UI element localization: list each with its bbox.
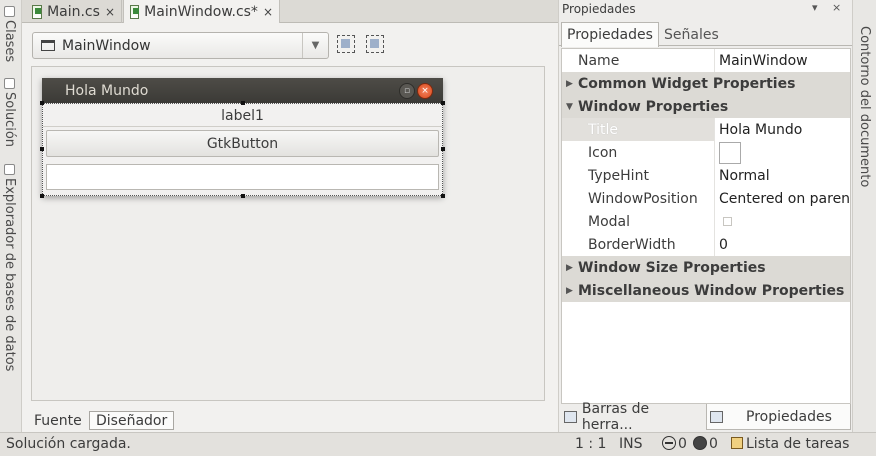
close-tab-icon[interactable]: × <box>263 5 273 19</box>
tab-main-cs[interactable]: Main.cs × <box>26 0 122 23</box>
category-label: Common Widget Properties <box>578 75 796 92</box>
window-preview[interactable]: Hola Mundo ▫ × label1 GtkButton <box>42 78 443 196</box>
database-icon <box>4 164 15 175</box>
classes-pad-tab[interactable]: Clases <box>2 6 17 62</box>
property-category[interactable]: ▶ Window Size Properties <box>562 256 850 279</box>
widget-selector-combo[interactable]: MainWindow ▼ <box>32 32 329 59</box>
property-name: Icon <box>588 144 618 161</box>
task-list-icon <box>731 437 743 449</box>
resize-handle[interactable] <box>241 194 245 198</box>
property-row[interactable]: Modal <box>562 210 850 233</box>
property-category[interactable]: ▶ Common Widget Properties <box>562 72 850 95</box>
left-dock: Clases Solución Explorador de bases de d… <box>0 0 22 432</box>
close-icon[interactable]: × <box>417 83 433 99</box>
expanded-caret-icon[interactable]: ▼ <box>566 102 573 112</box>
category-label: Miscellaneous Window Properties <box>578 282 845 299</box>
modal-checkbox[interactable] <box>723 217 732 226</box>
chevron-down-icon[interactable]: ▼ <box>302 33 328 58</box>
button-widget[interactable]: GtkButton <box>46 130 439 157</box>
property-value[interactable]: Centered on parent <box>714 187 850 210</box>
property-value[interactable]: 0 <box>714 233 850 256</box>
close-pane-icon[interactable]: × <box>832 1 841 14</box>
icon-picker[interactable] <box>714 141 850 164</box>
collapsed-caret-icon[interactable]: ▶ <box>566 79 573 89</box>
tab-properties-pad[interactable]: Propiedades <box>706 404 851 430</box>
property-value[interactable]: Hola Mundo <box>714 118 850 141</box>
property-value[interactable]: Normal <box>714 164 850 187</box>
collapsed-caret-icon[interactable]: ▶ <box>566 286 573 296</box>
tab-signals[interactable]: Señales <box>659 22 724 47</box>
properties-tabs: Propiedades Señales <box>559 20 853 47</box>
right-dock: Contorno del documento <box>852 0 876 432</box>
select-widget-icon[interactable] <box>337 35 355 53</box>
property-name: Modal <box>588 213 630 230</box>
document-tab-bar: Main.cs × MainWindow.cs* × <box>22 0 558 24</box>
solution-pad-tab[interactable]: Solución <box>2 78 17 147</box>
tab-properties[interactable]: Propiedades <box>561 22 659 47</box>
pane-switcher: Barras de herra... Propiedades <box>559 401 853 433</box>
collapsed-caret-icon[interactable]: ▶ <box>566 263 573 273</box>
category-label: Window Size Properties <box>578 259 766 276</box>
error-icon <box>662 436 676 450</box>
property-name: WindowPosition <box>588 190 698 207</box>
select-container-icon[interactable] <box>366 35 384 53</box>
property-category[interactable]: ▼ Window Properties <box>562 95 850 118</box>
csharp-file-icon <box>130 5 140 19</box>
resize-handle[interactable] <box>441 101 445 105</box>
property-name: Title <box>562 118 714 141</box>
property-row[interactable]: WindowPosition Centered on parent <box>562 187 850 210</box>
property-name: Name <box>578 52 620 69</box>
resize-handle[interactable] <box>241 101 245 105</box>
window-icon <box>41 40 55 51</box>
properties-pane: Propiedades ▾ × Propiedades Señales Name… <box>558 0 853 433</box>
resize-handle[interactable] <box>40 194 44 198</box>
minimize-icon[interactable]: ▫ <box>399 83 415 99</box>
property-row[interactable]: Name MainWindow <box>562 49 850 72</box>
property-name: TypeHint <box>588 167 649 184</box>
resize-handle[interactable] <box>40 147 44 151</box>
tab-source[interactable]: Fuente <box>28 411 88 430</box>
pane-menu-icon[interactable]: ▾ <box>812 1 818 14</box>
tab-designer[interactable]: Diseñador <box>89 411 175 430</box>
resize-handle[interactable] <box>441 147 445 151</box>
database-explorer-pad-tab[interactable]: Explorador de bases de datos <box>2 164 17 371</box>
error-count[interactable]: 0 <box>662 436 687 452</box>
property-row[interactable]: TypeHint Normal <box>562 164 850 187</box>
category-label: Window Properties <box>578 98 729 115</box>
property-row[interactable]: Title Hola Mundo <box>562 118 850 141</box>
property-grid: Name MainWindow ▶ Common Widget Properties ▼… <box>561 48 851 404</box>
document-outline-pad-tab[interactable]: Contorno del documento <box>857 26 872 187</box>
tab-mainwindow-cs[interactable]: MainWindow.cs* × <box>123 0 280 24</box>
tab-toolbox[interactable]: Barras de herra... <box>561 401 706 433</box>
property-row[interactable]: Icon <box>562 141 850 164</box>
view-switcher: Fuente Diseñador <box>22 409 558 432</box>
pane-title: Propiedades ▾ × <box>562 1 842 16</box>
window-titlebar: Hola Mundo ▫ × <box>42 78 443 103</box>
modal-checkbox-cell[interactable] <box>714 210 850 233</box>
empty-placeholder-slot[interactable] <box>46 164 439 190</box>
property-row[interactable]: BorderWidth 0 <box>562 233 850 256</box>
property-category[interactable]: ▶ Miscellaneous Window Properties <box>562 279 850 302</box>
properties-icon <box>710 410 723 423</box>
resize-handle[interactable] <box>441 194 445 198</box>
status-message: Solución cargada. <box>6 436 131 452</box>
csharp-file-icon <box>32 4 43 19</box>
solution-icon <box>4 78 15 89</box>
warning-count[interactable]: 0 <box>693 436 718 452</box>
classes-icon <box>4 6 15 17</box>
icon-preview-box[interactable] <box>719 141 741 164</box>
property-value[interactable]: MainWindow <box>714 49 850 72</box>
property-name: BorderWidth <box>588 236 676 253</box>
status-bar: Solución cargada. 1 : 1 INS 0 0 Lista de… <box>0 432 876 456</box>
label-widget[interactable]: label1 <box>43 105 442 127</box>
cursor-position: 1 : 1 <box>575 436 607 452</box>
toolbox-icon <box>564 411 577 423</box>
warning-icon <box>693 436 707 450</box>
task-list-button[interactable]: Lista de tareas <box>731 436 849 452</box>
insert-mode: INS <box>619 436 643 452</box>
close-tab-icon[interactable]: × <box>105 5 115 19</box>
resize-handle[interactable] <box>40 101 44 105</box>
